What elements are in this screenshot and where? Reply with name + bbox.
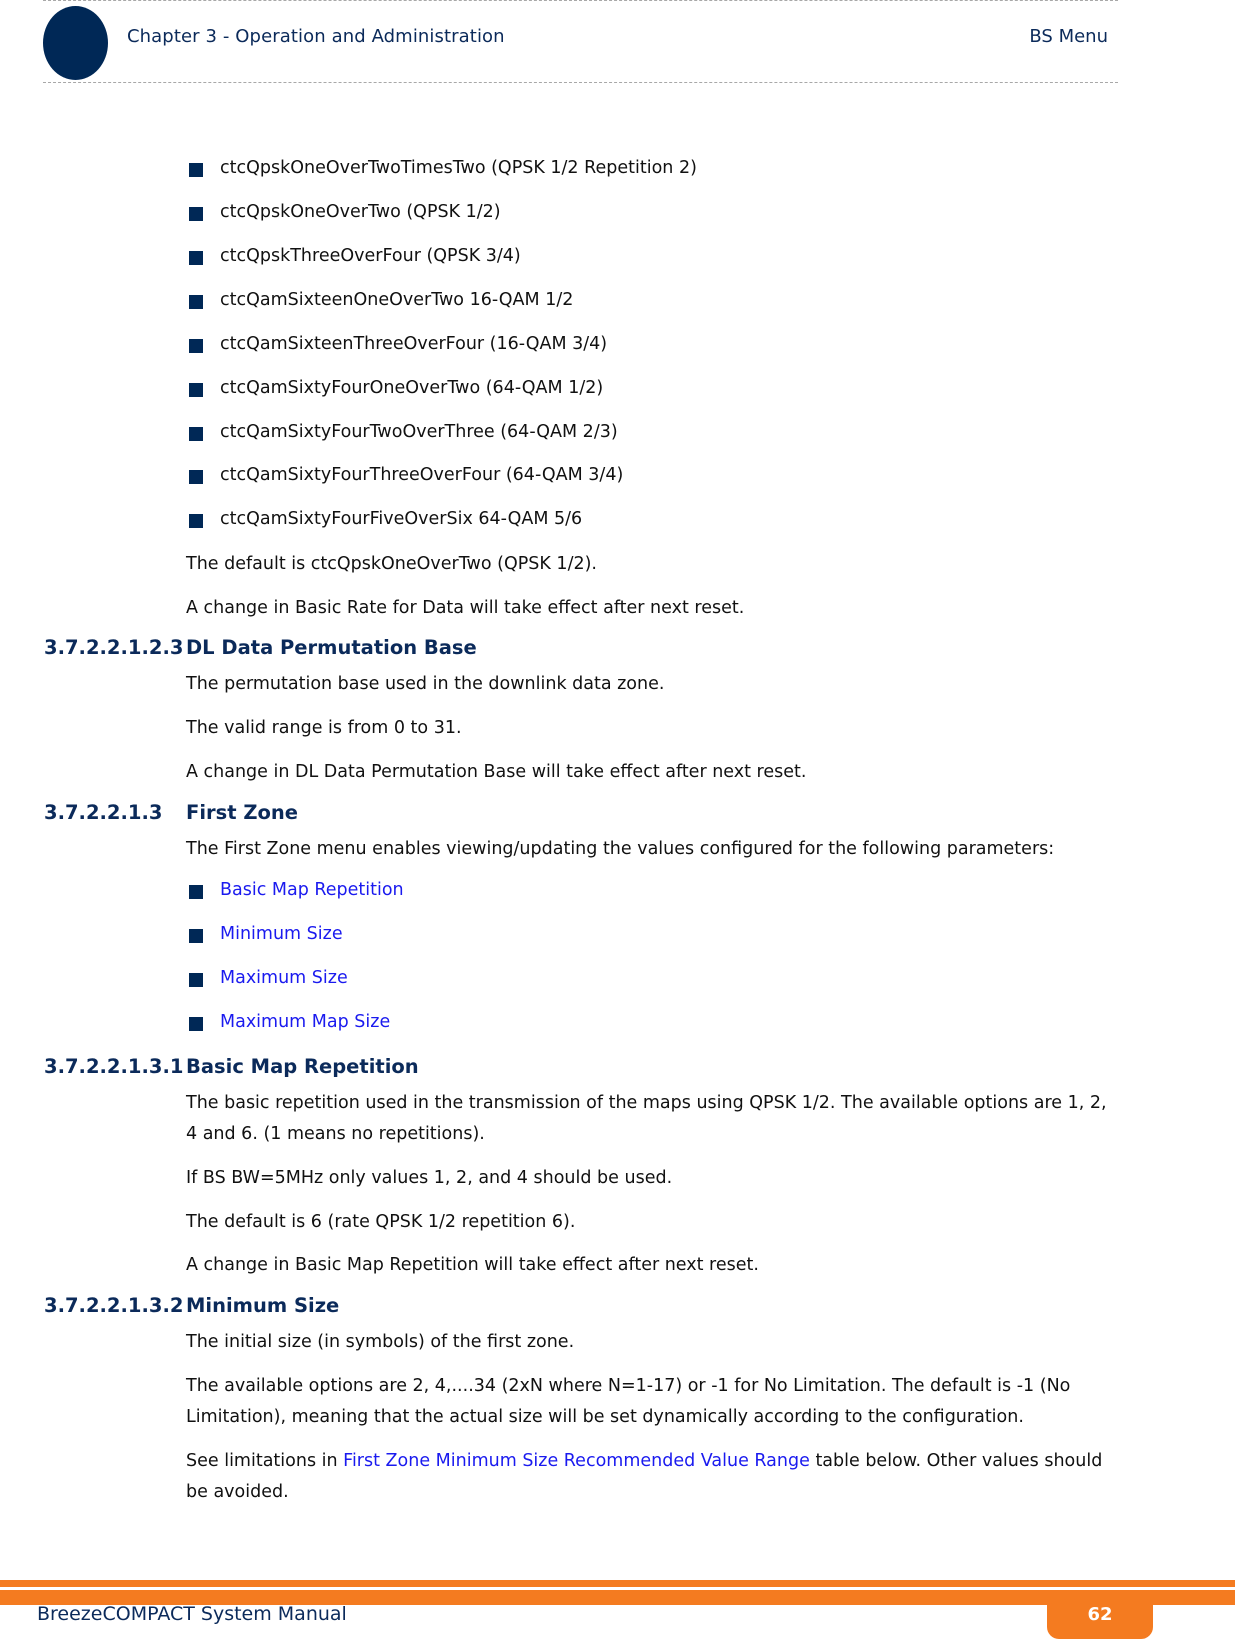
document-page: Chapter 3 - Operation and Administration…	[0, 0, 1235, 1639]
section-heading: Minimum Size	[186, 1294, 340, 1317]
paragraph: The First Zone menu enables viewing/upda…	[186, 839, 1055, 859]
section-heading: DL Data Permutation Base	[186, 636, 477, 659]
bullet-icon	[189, 207, 203, 221]
list-item: ctcQamSixteenOneOverTwo 16-QAM 1/2	[220, 290, 574, 310]
paragraph-continued: Limitation), meaning that the actual siz…	[186, 1407, 1024, 1427]
link-first-zone-min-size-table[interactable]: First Zone Minimum Size Recommended Valu…	[343, 1451, 810, 1471]
list-item: ctcQpskOneOverTwoTimesTwo (QPSK 1/2 Repe…	[220, 158, 697, 178]
header-chapter-title: Chapter 3 - Operation and Administration	[127, 26, 505, 47]
link-basic-map-repetition[interactable]: Basic Map Repetition	[220, 880, 404, 900]
list-item: ctcQamSixtyFourFiveOverSix 64-QAM 5/6	[220, 509, 583, 529]
bullet-icon	[189, 929, 203, 943]
link-minimum-size[interactable]: Minimum Size	[220, 924, 343, 944]
list-item: ctcQamSixteenThreeOverFour (16-QAM 3/4)	[220, 334, 608, 354]
paragraph: The valid range is from 0 to 31.	[186, 718, 462, 738]
paragraph: If BS BW=5MHz only values 1, 2, and 4 sh…	[186, 1168, 673, 1188]
paragraph: The initial size (in symbols) of the fir…	[186, 1332, 575, 1352]
footer-accent-line	[0, 1580, 1235, 1587]
bullet-icon	[189, 295, 203, 309]
list-item: ctcQpskThreeOverFour (QPSK 3/4)	[220, 246, 521, 266]
bullet-icon	[189, 973, 203, 987]
section-number: 3.7.2.2.1.3.1	[44, 1055, 184, 1078]
link-maximum-size[interactable]: Maximum Size	[220, 968, 348, 988]
footer-manual-title: BreezeCOMPACT System Manual	[37, 1603, 347, 1625]
bullet-icon	[189, 1017, 203, 1031]
bullet-icon	[189, 427, 203, 441]
bullet-icon	[189, 383, 203, 397]
section-number: 3.7.2.2.1.3	[44, 801, 163, 824]
section-heading: Basic Map Repetition	[186, 1055, 419, 1078]
bullet-icon	[189, 514, 203, 528]
bullet-icon	[189, 163, 203, 177]
list-item: ctcQamSixtyFourOneOverTwo (64-QAM 1/2)	[220, 378, 604, 398]
list-item: ctcQamSixtyFourTwoOverThree (64-QAM 2/3)	[220, 422, 618, 442]
list-item: ctcQpskOneOverTwo (QPSK 1/2)	[220, 202, 501, 222]
paragraph-with-link: See limitations in First Zone Minimum Si…	[186, 1446, 1102, 1477]
paragraph-continued: 4 and 6. (1 means no repetitions).	[186, 1124, 485, 1144]
link-maximum-map-size[interactable]: Maximum Map Size	[220, 1012, 390, 1032]
section-number: 3.7.2.2.1.2.3	[44, 636, 184, 659]
paragraph: The default is 6 (rate QPSK 1/2 repetiti…	[186, 1212, 576, 1232]
paragraph: The basic repetition used in the transmi…	[186, 1093, 1107, 1113]
header-logo-circle	[43, 6, 108, 80]
bullet-icon	[189, 885, 203, 899]
page-number: 62	[1047, 1590, 1153, 1639]
text: See limitations in	[186, 1451, 344, 1471]
header-section-title: BS Menu	[1029, 26, 1108, 47]
rate-default-text: The default is ctcQpskOneOverTwo (QPSK 1…	[186, 554, 597, 574]
bullet-icon	[189, 339, 203, 353]
header-bottom-divider	[43, 82, 1118, 83]
section-heading: First Zone	[186, 801, 298, 824]
bullet-icon	[189, 470, 203, 484]
paragraph: A change in DL Data Permutation Base wil…	[186, 762, 807, 782]
paragraph: A change in Basic Map Repetition will ta…	[186, 1255, 759, 1275]
header-top-divider	[43, 0, 1118, 1]
rate-reset-note: A change in Basic Rate for Data will tak…	[186, 598, 745, 618]
paragraph: The available options are 2, 4,....34 (2…	[186, 1376, 1071, 1396]
paragraph-continued: be avoided.	[186, 1482, 289, 1502]
list-item: ctcQamSixtyFourThreeOverFour (64-QAM 3/4…	[220, 465, 624, 485]
text: table below. Other values should	[809, 1451, 1103, 1471]
section-number: 3.7.2.2.1.3.2	[44, 1294, 184, 1317]
paragraph: The permutation base used in the downlin…	[186, 674, 665, 694]
bullet-icon	[189, 251, 203, 265]
